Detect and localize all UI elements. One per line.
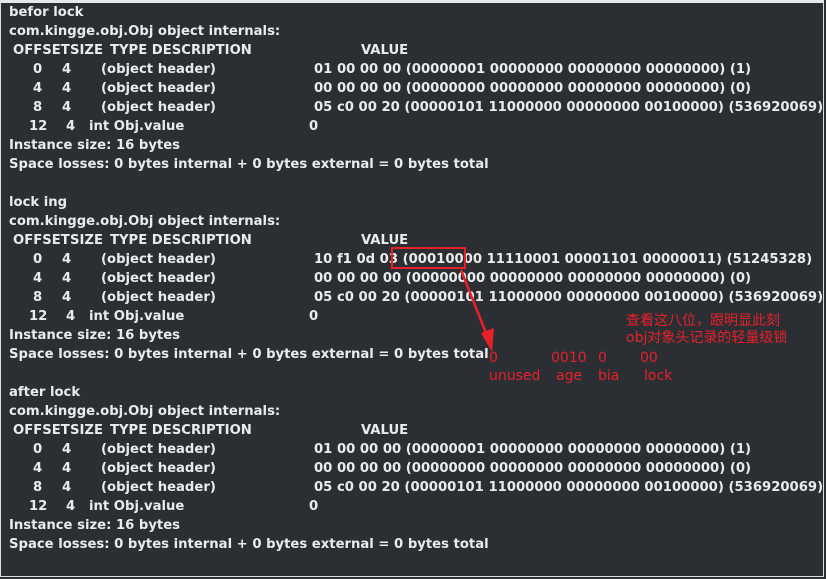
label-lock: lock — [644, 368, 673, 384]
label-bia: bia — [598, 368, 620, 384]
label-unused: unused — [489, 368, 541, 384]
bit-lock: 00 — [640, 350, 658, 366]
label-age: age — [556, 368, 583, 384]
bit-age: 0010 — [551, 350, 587, 366]
annotation-arrow — [391, 247, 494, 352]
highlight-box — [391, 247, 466, 269]
bit-unused: 0 — [489, 350, 498, 366]
bit-bia: 0 — [598, 350, 607, 366]
annotation-note-2: obj对象头记录的轻量级锁 — [626, 330, 788, 346]
